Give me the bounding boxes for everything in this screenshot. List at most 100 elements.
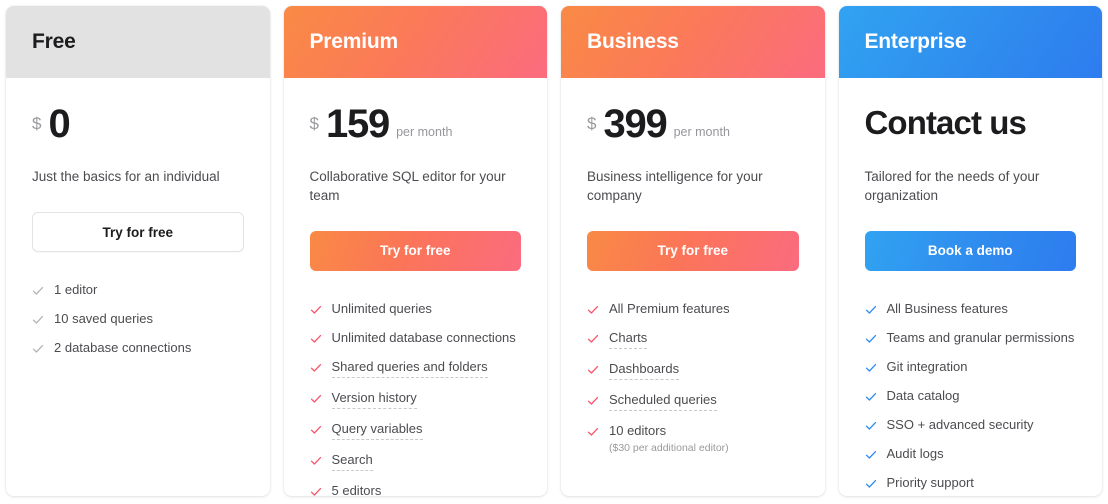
feature-label[interactable]: Query variables bbox=[331, 421, 423, 440]
list-item: Teams and granular permissions bbox=[865, 324, 1077, 353]
feature-text: 10 editors ($30 per additional editor) bbox=[609, 423, 729, 456]
check-icon bbox=[587, 364, 599, 376]
list-item: Query variables bbox=[310, 415, 522, 446]
feature-note: ($30 per additional editor) bbox=[609, 441, 729, 454]
plan-name-enterprise: Enterprise bbox=[864, 30, 967, 53]
list-item: Scheduled queries bbox=[587, 386, 799, 417]
plan-name-business: Business bbox=[587, 30, 679, 53]
plan-body-premium: $ 159 per month Collaborative SQL editor… bbox=[284, 78, 548, 496]
plan-tagline-enterprise: Tailored for the needs of your organizat… bbox=[864, 169, 1040, 204]
price-row-business: $ 399 per month bbox=[587, 104, 799, 148]
list-item: Unlimited database connections bbox=[310, 324, 522, 353]
try-for-free-button-free[interactable]: Try for free bbox=[32, 212, 244, 253]
feature-text: 10 saved queries bbox=[54, 311, 153, 328]
list-item: Dashboards bbox=[587, 355, 799, 386]
feature-label: Unlimited queries bbox=[331, 301, 432, 317]
currency-symbol: $ bbox=[32, 114, 42, 133]
plan-body-enterprise: Contact us Tailored for the needs of you… bbox=[839, 78, 1103, 496]
feature-text: Unlimited queries bbox=[332, 301, 432, 318]
price-period: per month bbox=[673, 125, 730, 139]
list-item: 2 database connections bbox=[32, 334, 244, 363]
check-icon bbox=[865, 478, 877, 490]
plan-name-free: Free bbox=[32, 30, 76, 53]
check-icon bbox=[310, 393, 322, 405]
list-item: 1 editor bbox=[32, 276, 244, 305]
feature-text: Dashboards bbox=[609, 361, 680, 380]
plan-body-business: $ 399 per month Business intelligence fo… bbox=[561, 78, 825, 496]
feature-label[interactable]: Charts bbox=[609, 330, 648, 350]
list-item: 10 saved queries bbox=[32, 305, 244, 334]
price-amount: 159 bbox=[325, 102, 390, 146]
feature-label[interactable]: Dashboards bbox=[609, 361, 680, 380]
feature-label: All Premium features bbox=[609, 301, 730, 317]
feature-text: Teams and granular permissions bbox=[887, 330, 1075, 347]
feature-label: SSO + advanced security bbox=[886, 416, 1034, 432]
price-amount: Contact us bbox=[864, 104, 1027, 141]
plan-card-business: Business $ 399 per month Business intell… bbox=[561, 6, 825, 496]
feature-text: All Premium features bbox=[609, 301, 730, 318]
check-icon bbox=[310, 304, 322, 316]
check-icon bbox=[865, 420, 877, 432]
price-amount: 399 bbox=[603, 102, 667, 146]
plan-header-premium: Premium bbox=[283, 6, 547, 78]
price-amount: 0 bbox=[48, 102, 70, 146]
feature-text: Git integration bbox=[887, 359, 968, 376]
check-icon bbox=[587, 333, 599, 345]
book-a-demo-button[interactable]: Book a demo bbox=[864, 231, 1076, 272]
list-item: 10 editors ($30 per additional editor) bbox=[587, 417, 799, 462]
check-icon bbox=[310, 455, 322, 467]
feature-text: Priority support bbox=[887, 475, 974, 492]
feature-label: Priority support bbox=[886, 474, 974, 490]
list-item: Version history bbox=[310, 384, 522, 415]
feature-text: Search bbox=[331, 452, 373, 471]
plan-tagline-premium: Collaborative SQL editor for your team bbox=[309, 169, 506, 204]
check-icon bbox=[865, 333, 877, 345]
plan-name-premium: Premium bbox=[309, 30, 399, 53]
feature-list-business: All Premium features Charts Dashboards S… bbox=[587, 295, 799, 461]
check-icon bbox=[32, 343, 44, 355]
feature-label: All Business features bbox=[886, 301, 1008, 317]
check-icon bbox=[310, 486, 322, 496]
feature-text: Audit logs bbox=[887, 446, 944, 463]
list-item: SSO + advanced security bbox=[865, 411, 1077, 440]
feature-label[interactable]: Search bbox=[331, 452, 373, 471]
feature-text: Data catalog bbox=[887, 388, 960, 405]
check-icon bbox=[587, 304, 599, 316]
feature-list-enterprise: All Business features Teams and granular… bbox=[865, 295, 1077, 496]
currency-symbol: $ bbox=[587, 114, 597, 133]
check-icon bbox=[310, 424, 322, 436]
feature-label: 10 editors bbox=[609, 422, 667, 438]
feature-text: SSO + advanced security bbox=[887, 417, 1034, 434]
feature-text: Shared queries and folders bbox=[331, 359, 488, 378]
feature-label[interactable]: Shared queries and folders bbox=[331, 359, 488, 378]
list-item: Data catalog bbox=[865, 382, 1077, 411]
feature-label: Git integration bbox=[886, 359, 968, 375]
feature-label[interactable]: Scheduled queries bbox=[609, 392, 717, 411]
list-item: Priority support bbox=[865, 469, 1077, 496]
feature-label: Unlimited database connections bbox=[331, 330, 516, 346]
feature-label: Audit logs bbox=[886, 445, 944, 461]
feature-label[interactable]: Version history bbox=[331, 390, 417, 409]
plan-header-free: Free bbox=[6, 6, 270, 78]
try-for-free-button-business[interactable]: Try for free bbox=[587, 231, 799, 272]
price-row-free: $ 0 bbox=[32, 104, 244, 148]
feature-text: Version history bbox=[331, 390, 417, 409]
feature-text: Unlimited database connections bbox=[332, 330, 516, 347]
plan-card-enterprise: Enterprise Contact us Tailored for the n… bbox=[838, 6, 1103, 496]
feature-list-premium: Unlimited queries Unlimited database con… bbox=[310, 295, 522, 496]
feature-text: Scheduled queries bbox=[609, 392, 717, 411]
list-item: Shared queries and folders bbox=[310, 353, 522, 384]
check-icon bbox=[310, 362, 322, 374]
check-icon bbox=[587, 426, 599, 438]
list-item: Charts bbox=[587, 324, 799, 355]
try-for-free-button-premium[interactable]: Try for free bbox=[309, 231, 521, 272]
feature-text: 1 editor bbox=[54, 282, 97, 299]
feature-label: 1 editor bbox=[54, 282, 98, 298]
check-icon bbox=[865, 391, 877, 403]
list-item: Git integration bbox=[865, 353, 1077, 382]
feature-label: Teams and granular permissions bbox=[886, 330, 1075, 346]
feature-text: 5 editors ($25 per additional editor) bbox=[332, 483, 452, 496]
check-icon bbox=[32, 314, 44, 326]
plan-body-free: $ 0 Just the basics for an individual Tr… bbox=[6, 78, 270, 496]
list-item: Search bbox=[310, 446, 522, 477]
